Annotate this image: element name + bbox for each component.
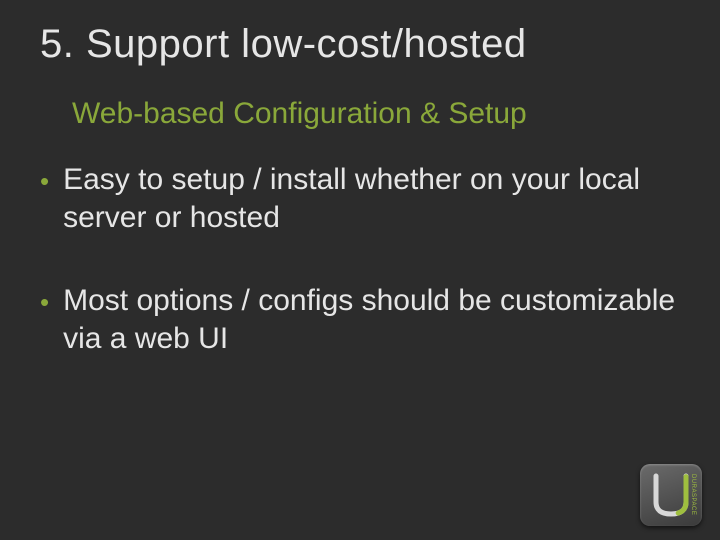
slide-title: 5. Support low-cost/hosted [0,0,720,67]
bullet-text: Most options / configs should be customi… [63,282,680,357]
bullet-list: • Easy to setup / install whether on you… [0,131,720,357]
slide: 5. Support low-cost/hosted Web-based Con… [0,0,720,540]
bullet-text: Easy to setup / install whether on your … [63,161,680,236]
bullet-dot-icon: • [40,165,49,198]
logo-glyph-icon [650,472,692,518]
bullet-item: • Most options / configs should be custo… [40,282,680,357]
bullet-dot-icon: • [40,286,49,319]
bullet-item: • Easy to setup / install whether on you… [40,161,680,236]
slide-subtitle: Web-based Configuration & Setup [0,67,720,131]
logo-side-text: DURASPACE [688,472,698,518]
duraspace-logo: DURASPACE [640,464,702,526]
